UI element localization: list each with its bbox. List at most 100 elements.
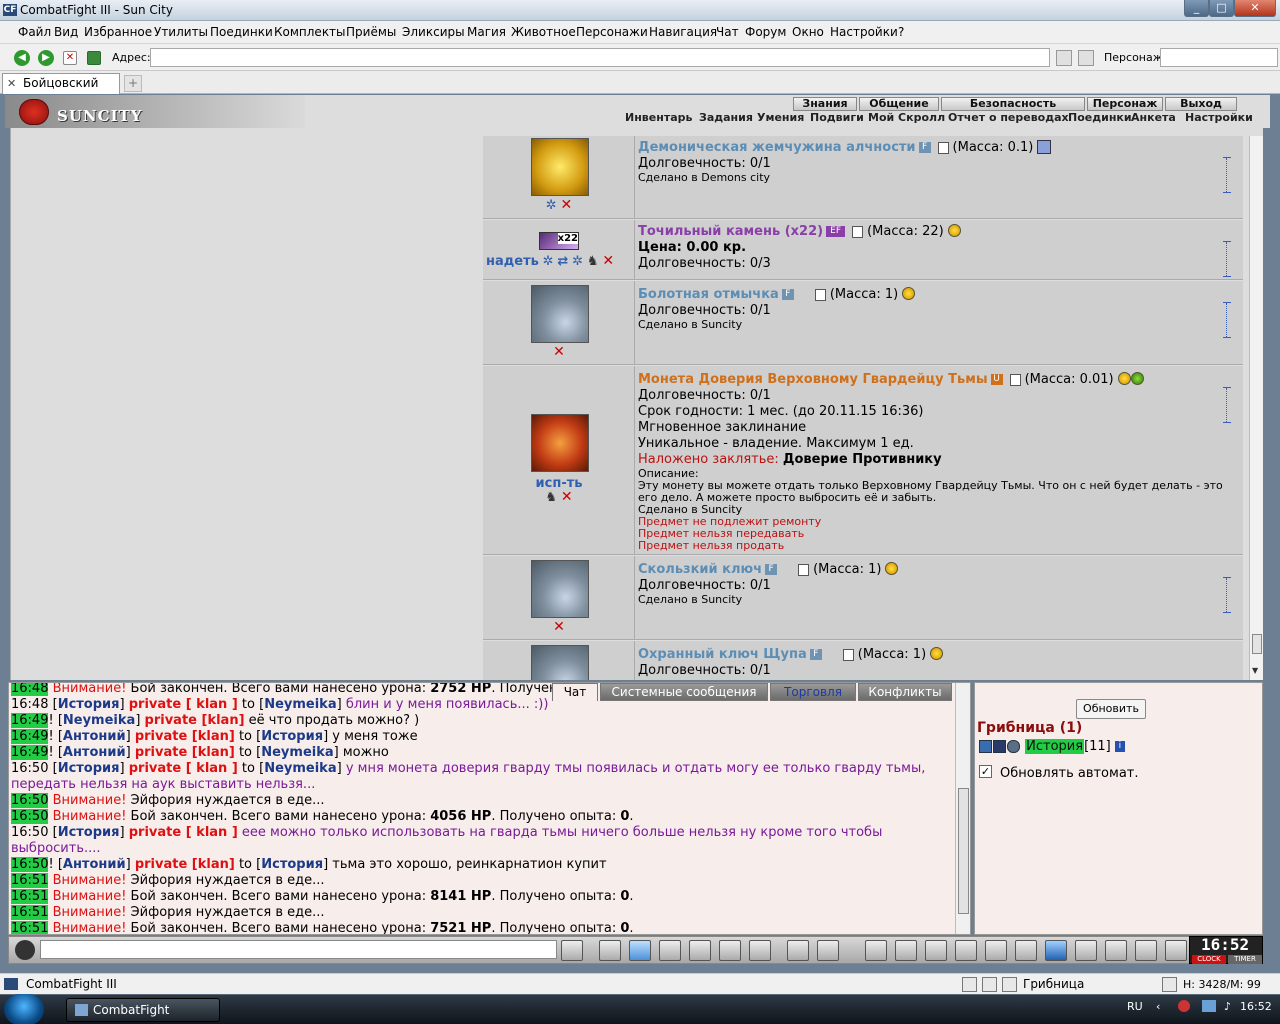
forward-icon[interactable]: ▶	[38, 50, 54, 66]
address-input[interactable]	[150, 48, 1050, 67]
globe-icon[interactable]	[1045, 940, 1067, 961]
msg-author[interactable]: Антоний	[63, 857, 126, 872]
refresh-icon[interactable]	[87, 51, 101, 65]
swap-icon[interactable]: ⇄	[557, 254, 568, 269]
item-image[interactable]	[531, 645, 589, 680]
tab-chat[interactable]: Чат	[552, 683, 598, 701]
item-image[interactable]	[531, 414, 589, 472]
delete-icon[interactable]: ✕	[561, 489, 573, 505]
item-name[interactable]: Демоническая жемчужина алчности	[638, 140, 916, 155]
msg-time[interactable]: 16:51	[11, 921, 49, 934]
msg-time[interactable]: 16:51	[11, 873, 49, 888]
msg-time[interactable]: 16:50	[11, 809, 49, 824]
auto-refresh-checkbox[interactable]: ✓	[979, 765, 992, 778]
menu-magic[interactable]: Магия	[467, 25, 506, 39]
menu-file[interactable]: Файл	[18, 25, 51, 39]
menu-techniques[interactable]: Приёмы	[346, 25, 396, 39]
users-icon[interactable]	[1078, 50, 1094, 66]
msg-time[interactable]: 16:51	[11, 889, 49, 904]
info-icon[interactable]: i	[1114, 741, 1125, 752]
menu-utilities[interactable]: Утилиты	[154, 25, 208, 39]
status-refresh-icon[interactable]	[962, 977, 977, 992]
document-icon[interactable]	[814, 288, 826, 301]
clear-icon[interactable]	[1056, 50, 1072, 66]
msg-time[interactable]: 16:51	[11, 905, 49, 920]
clock-button[interactable]: CLOCK	[1192, 955, 1226, 964]
msg-time[interactable]: 16:49	[11, 713, 49, 728]
chat-mode-icon[interactable]	[15, 940, 35, 960]
stop-icon[interactable]: ✕	[63, 51, 77, 65]
move-arrows-icon[interactable]	[1223, 387, 1240, 423]
msg-author[interactable]: История	[58, 697, 120, 712]
filter-icon[interactable]	[629, 940, 651, 961]
msg-time[interactable]: 16:50	[11, 793, 49, 808]
menu-forum[interactable]: Форум	[745, 25, 786, 39]
tab-exit[interactable]: Выход	[1165, 97, 1237, 111]
persona-select[interactable]	[1160, 48, 1278, 67]
timer-button[interactable]: TIMER	[1228, 955, 1262, 964]
menu-navigation[interactable]: Навигация	[649, 25, 717, 39]
flag-icon[interactable]	[1135, 940, 1157, 961]
document-icon[interactable]	[842, 648, 854, 661]
send-icon[interactable]	[561, 940, 583, 961]
save-icon[interactable]	[659, 940, 681, 961]
gear-icon[interactable]: ✲	[546, 198, 557, 213]
inventory-scrollbar[interactable]: ▼	[1249, 136, 1263, 680]
tab-character[interactable]: Персонаж	[1087, 97, 1163, 111]
tray-time[interactable]: 16:52	[1240, 1000, 1272, 1013]
delete-icon[interactable]: ✕	[553, 344, 565, 360]
menu-chat[interactable]: Чат	[716, 25, 739, 39]
nav-inventory[interactable]: Инвентарь	[625, 111, 692, 124]
chat-input[interactable]	[40, 940, 557, 959]
document-icon[interactable]	[1009, 373, 1021, 386]
item-name[interactable]: Точильный камень (x22)	[638, 224, 823, 239]
item-image[interactable]	[531, 285, 589, 343]
clan-icon[interactable]	[817, 940, 839, 961]
msg-author[interactable]: История	[58, 825, 120, 840]
msg-author[interactable]: Антоний	[63, 729, 126, 744]
chest-icon[interactable]	[955, 940, 977, 961]
nav-my-scroll[interactable]: Мой Скролл	[868, 111, 945, 124]
status-sync-icon[interactable]	[1162, 977, 1177, 992]
nav-profile[interactable]: Анкета	[1131, 111, 1176, 124]
bag-icon[interactable]	[865, 940, 887, 961]
msg-author[interactable]: Neymeika	[63, 713, 135, 728]
tab-security[interactable]: Безопасность	[941, 97, 1085, 111]
nav-achievements[interactable]: Подвиги	[810, 111, 864, 124]
scroll-down-icon[interactable]: ▼	[1252, 666, 1258, 675]
tray-expand-icon[interactable]: ‹	[1156, 1000, 1160, 1013]
menu-settings[interactable]: Настройки	[830, 25, 898, 39]
nav-quests[interactable]: Задания	[699, 111, 753, 124]
close-button[interactable]: ✕	[1234, 0, 1276, 17]
msg-time[interactable]: 16:49	[11, 745, 49, 760]
nav-duels[interactable]: Поединки	[1068, 111, 1132, 124]
pet-icon[interactable]: ♞	[545, 490, 557, 505]
gear-icon[interactable]: ✲	[543, 254, 554, 269]
gear-icon[interactable]: ✲	[572, 254, 583, 269]
status-map-icon[interactable]	[1002, 977, 1017, 992]
user-name[interactable]: История	[1025, 739, 1085, 754]
tab-conflicts[interactable]: Конфликты	[858, 683, 952, 701]
use-link[interactable]: исп-ть	[536, 476, 583, 491]
back-icon[interactable]: ◀	[14, 50, 30, 66]
msg-time[interactable]: 16:48	[11, 683, 49, 696]
tray-app-icon[interactable]	[1178, 1000, 1190, 1012]
group-icon[interactable]	[1105, 940, 1127, 961]
tab-system-messages[interactable]: Системные сообщения	[600, 683, 768, 701]
item-image[interactable]	[531, 560, 589, 618]
exit-icon[interactable]	[1165, 940, 1187, 961]
tab-close-icon[interactable]: ✕	[7, 74, 16, 93]
map-icon[interactable]	[985, 940, 1007, 961]
msg-time[interactable]: 16:49	[11, 729, 49, 744]
smiley-icon[interactable]	[787, 940, 809, 961]
home-icon[interactable]	[1075, 940, 1097, 961]
network-icon[interactable]	[1202, 1000, 1216, 1012]
menu-characters[interactable]: Персонажи	[576, 25, 648, 39]
menu-window[interactable]: Окно	[792, 25, 824, 39]
document-icon[interactable]	[852, 225, 864, 238]
sound-icon[interactable]	[749, 940, 771, 961]
delete-icon[interactable]: ✕	[553, 619, 565, 635]
item-image[interactable]	[531, 138, 589, 196]
fighter-icon[interactable]	[689, 940, 711, 961]
new-tab-icon[interactable]: +	[124, 75, 142, 92]
